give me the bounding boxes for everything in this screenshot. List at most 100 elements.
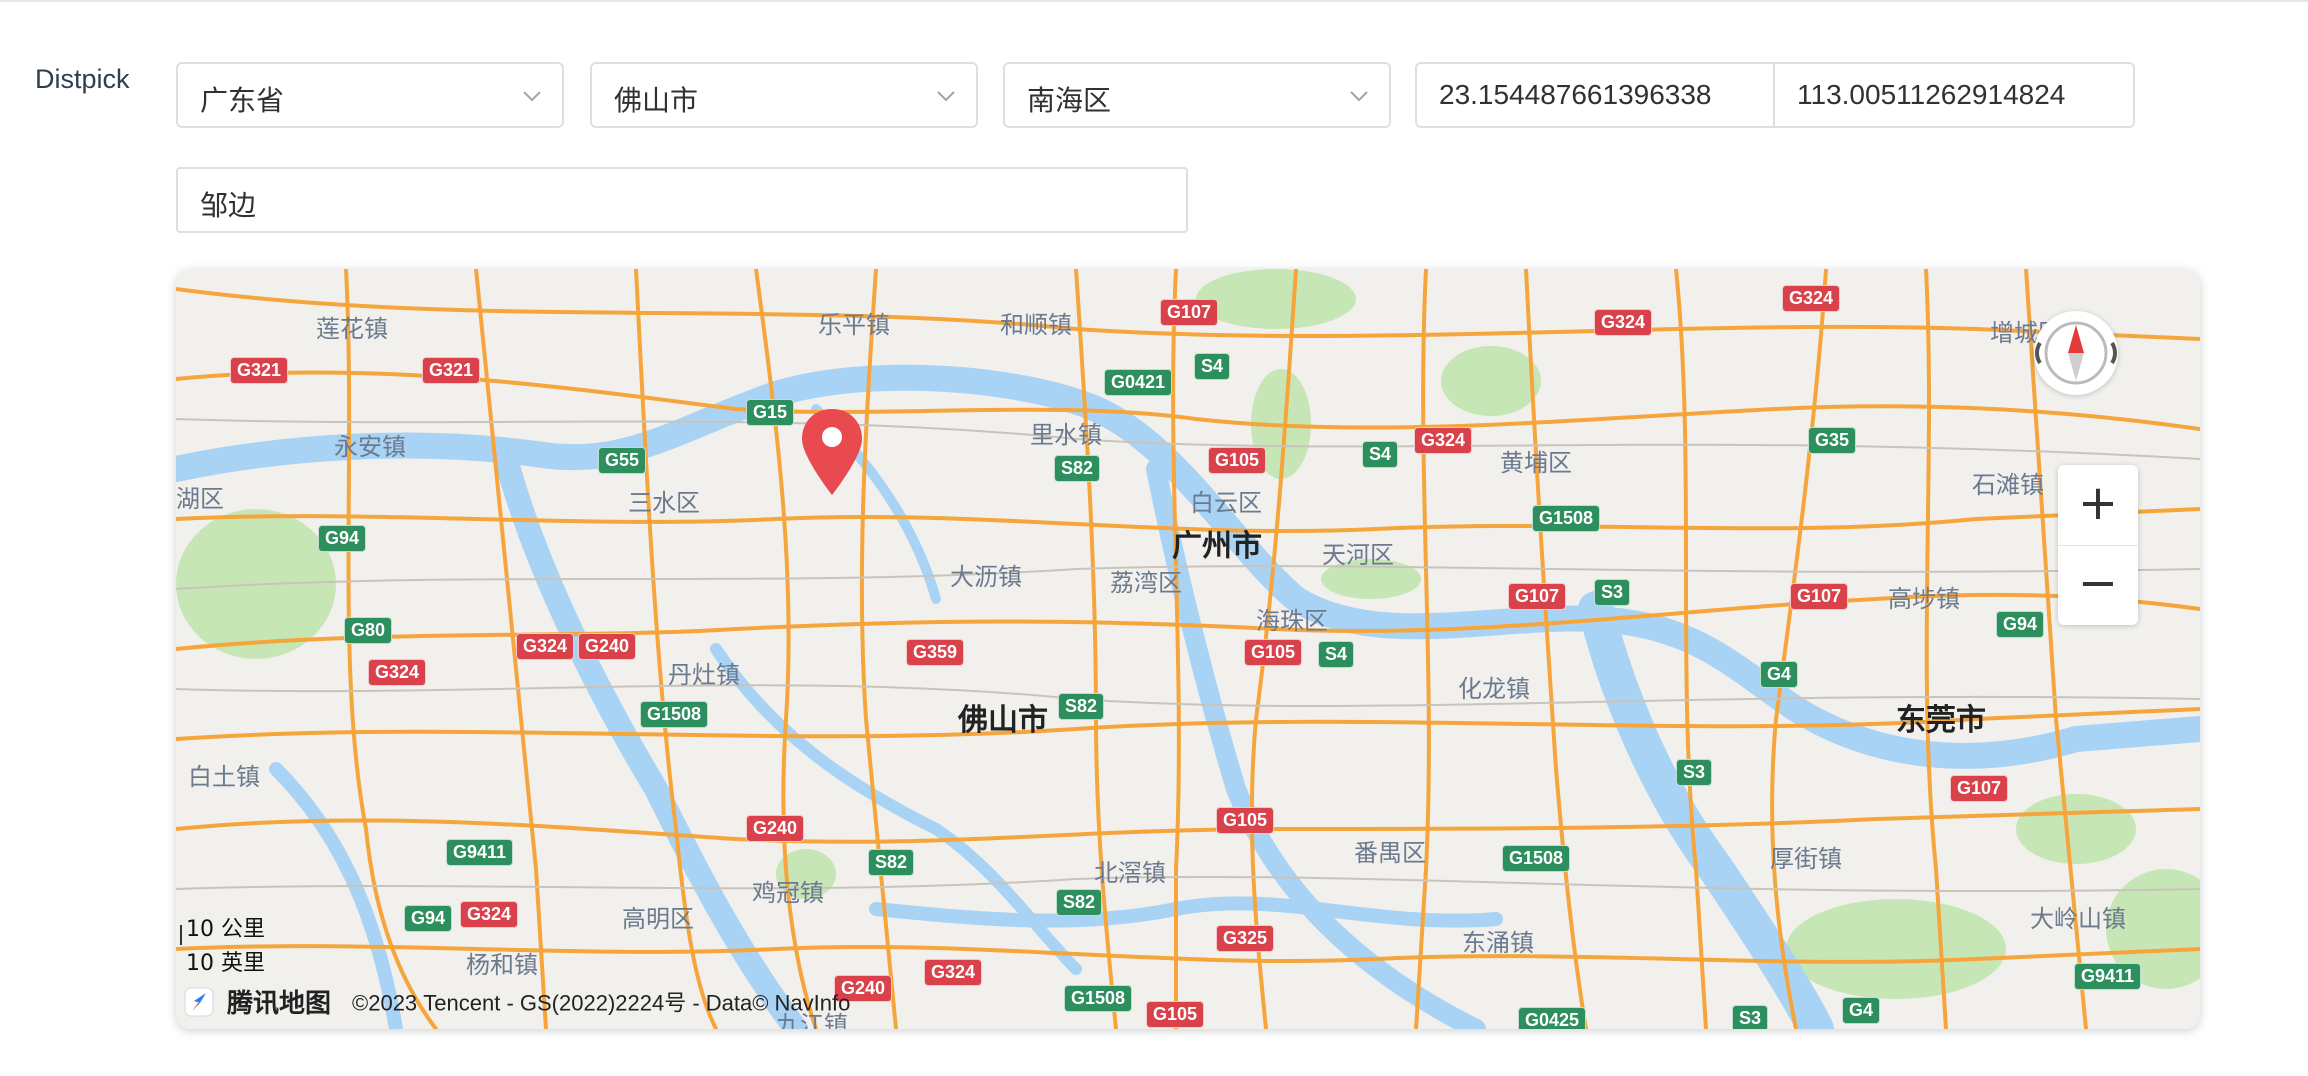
city-select[interactable]: 佛山市 <box>590 62 978 128</box>
road-shield: S82 <box>1058 693 1105 720</box>
place-label: 石滩镇 <box>1972 471 2044 499</box>
place-label: 东涌镇 <box>1462 929 1534 957</box>
place-label: 番禺区 <box>1354 839 1426 867</box>
place-label: 海珠区 <box>1256 607 1328 635</box>
compass-control[interactable] <box>2034 311 2118 395</box>
place-label: 天河区 <box>1322 541 1394 569</box>
place-label: 三水区 <box>628 489 700 517</box>
road-shield: G324 <box>1594 309 1653 336</box>
road-shield: S4 <box>1318 641 1355 668</box>
tencent-map-logo-icon <box>184 987 214 1016</box>
road-shield: G94 <box>318 525 367 552</box>
place-label: 高埗镇 <box>1888 585 1960 613</box>
road-shield: G55 <box>598 447 647 474</box>
road-shield: G107 <box>1950 775 2009 802</box>
road-shield: G105 <box>1244 639 1303 666</box>
zoom-out-button[interactable]: − <box>2058 545 2138 625</box>
scale-indicator: 10 公里 10 英里 <box>186 913 265 981</box>
place-label: 杨和镇 <box>466 951 538 979</box>
distpick-label: Distpick <box>35 64 130 94</box>
road-shield: S82 <box>1056 889 1103 916</box>
address-value: 邹边 <box>200 189 257 222</box>
road-shield: G107 <box>1160 299 1219 326</box>
map-copyright: ©2023 Tencent - GS(2022)2224号 - Data© Na… <box>352 990 851 1016</box>
province-select[interactable]: 广东省 <box>176 62 564 128</box>
map-attribution: 腾讯地图 ©2023 Tencent - GS(2022)2224号 - Dat… <box>184 983 850 1023</box>
road-shield: S3 <box>1676 759 1713 786</box>
road-shield: G107 <box>1790 583 1849 610</box>
road-shield: S3 <box>1594 579 1631 606</box>
road-shield: G4 <box>1842 997 1881 1024</box>
city-label: 佛山市 <box>958 703 1048 738</box>
road-shield: G321 <box>230 357 289 384</box>
road-shield: S3 <box>1732 1005 1769 1029</box>
road-shield: S82 <box>868 849 915 876</box>
place-label: 北滘镇 <box>1094 859 1166 887</box>
place-label: 白云区 <box>1190 489 1262 517</box>
district-value: 南海区 <box>1027 84 1112 117</box>
compass-icon <box>2035 321 2117 385</box>
road-shield: S4 <box>1362 441 1399 468</box>
city-label: 广州市 <box>1172 529 1262 564</box>
scale-bar <box>180 925 182 945</box>
chevron-down-icon <box>937 91 955 102</box>
road-shield: G94 <box>404 905 453 932</box>
road-shield: G324 <box>516 633 575 660</box>
map-view[interactable]: 莲花镇 乐平镇 和顺镇 增城区 永安镇 里水镇 白云区 黄埔区 石滩镇 湖区 三… <box>176 269 2200 1029</box>
scale-km: 10 公里 <box>186 917 265 942</box>
road-shield: G1508 <box>640 701 709 728</box>
place-label: 化龙镇 <box>1458 675 1530 703</box>
road-shield: G324 <box>1414 427 1473 454</box>
place-label: 和顺镇 <box>1000 311 1072 339</box>
place-label: 厚街镇 <box>1770 845 1842 873</box>
place-label: 荔湾区 <box>1110 569 1182 597</box>
road-shield: G325 <box>1216 925 1275 952</box>
address-input[interactable]: 邹边 <box>176 167 1188 233</box>
district-select[interactable]: 南海区 <box>1003 62 1391 128</box>
top-divider <box>0 0 2308 2</box>
road-shield: G324 <box>924 959 983 986</box>
place-label: 湖区 <box>176 485 224 513</box>
road-shield: G0425 <box>1518 1007 1587 1029</box>
zoom-in-button[interactable]: + <box>2058 465 2138 546</box>
place-label: 高明区 <box>622 905 694 933</box>
road-shield: G35 <box>1808 427 1857 454</box>
place-label: 大岭山镇 <box>2030 905 2126 933</box>
city-value: 佛山市 <box>614 84 699 117</box>
road-shield: G105 <box>1208 447 1267 474</box>
location-pin-icon[interactable] <box>798 407 866 497</box>
place-label: 白土镇 <box>188 763 260 791</box>
road-shield: G1508 <box>1532 505 1601 532</box>
city-label: 东莞市 <box>1896 703 1986 738</box>
latitude-input[interactable]: 23.154487661396338 <box>1415 62 1775 128</box>
road-shield: G324 <box>368 659 427 686</box>
place-label: 莲花镇 <box>316 315 388 343</box>
place-label: 永安镇 <box>334 433 406 461</box>
road-shield: S82 <box>1054 455 1101 482</box>
place-label: 里水镇 <box>1030 421 1102 449</box>
chevron-down-icon <box>1350 91 1368 102</box>
road-shield: G1508 <box>1502 845 1571 872</box>
road-shield: S4 <box>1194 353 1231 380</box>
road-shield: G240 <box>578 633 637 660</box>
longitude-value: 113.00511262914824 <box>1797 79 2066 110</box>
road-shield: G359 <box>906 639 965 666</box>
road-shield: G324 <box>1782 285 1841 312</box>
road-shield: G324 <box>460 901 519 928</box>
road-shield: G240 <box>746 815 805 842</box>
place-label: 黄埔区 <box>1500 449 1572 477</box>
road-shield: G105 <box>1216 807 1275 834</box>
province-value: 广东省 <box>200 84 285 117</box>
zoom-control: + − <box>2058 465 2138 625</box>
place-label: 鸡冠镇 <box>752 879 824 907</box>
map-logo-text: 腾讯地图 <box>227 989 332 1019</box>
place-label: 大沥镇 <box>950 563 1022 591</box>
road-shield: G105 <box>1146 1001 1205 1028</box>
road-shield: G1508 <box>1064 985 1133 1012</box>
longitude-input[interactable]: 113.00511262914824 <box>1775 62 2135 128</box>
road-shield: G15 <box>746 399 795 426</box>
place-label: 丹灶镇 <box>668 661 740 689</box>
road-shield: G80 <box>344 617 393 644</box>
road-shield: G0421 <box>1104 369 1173 396</box>
latitude-value: 23.154487661396338 <box>1439 79 1712 110</box>
